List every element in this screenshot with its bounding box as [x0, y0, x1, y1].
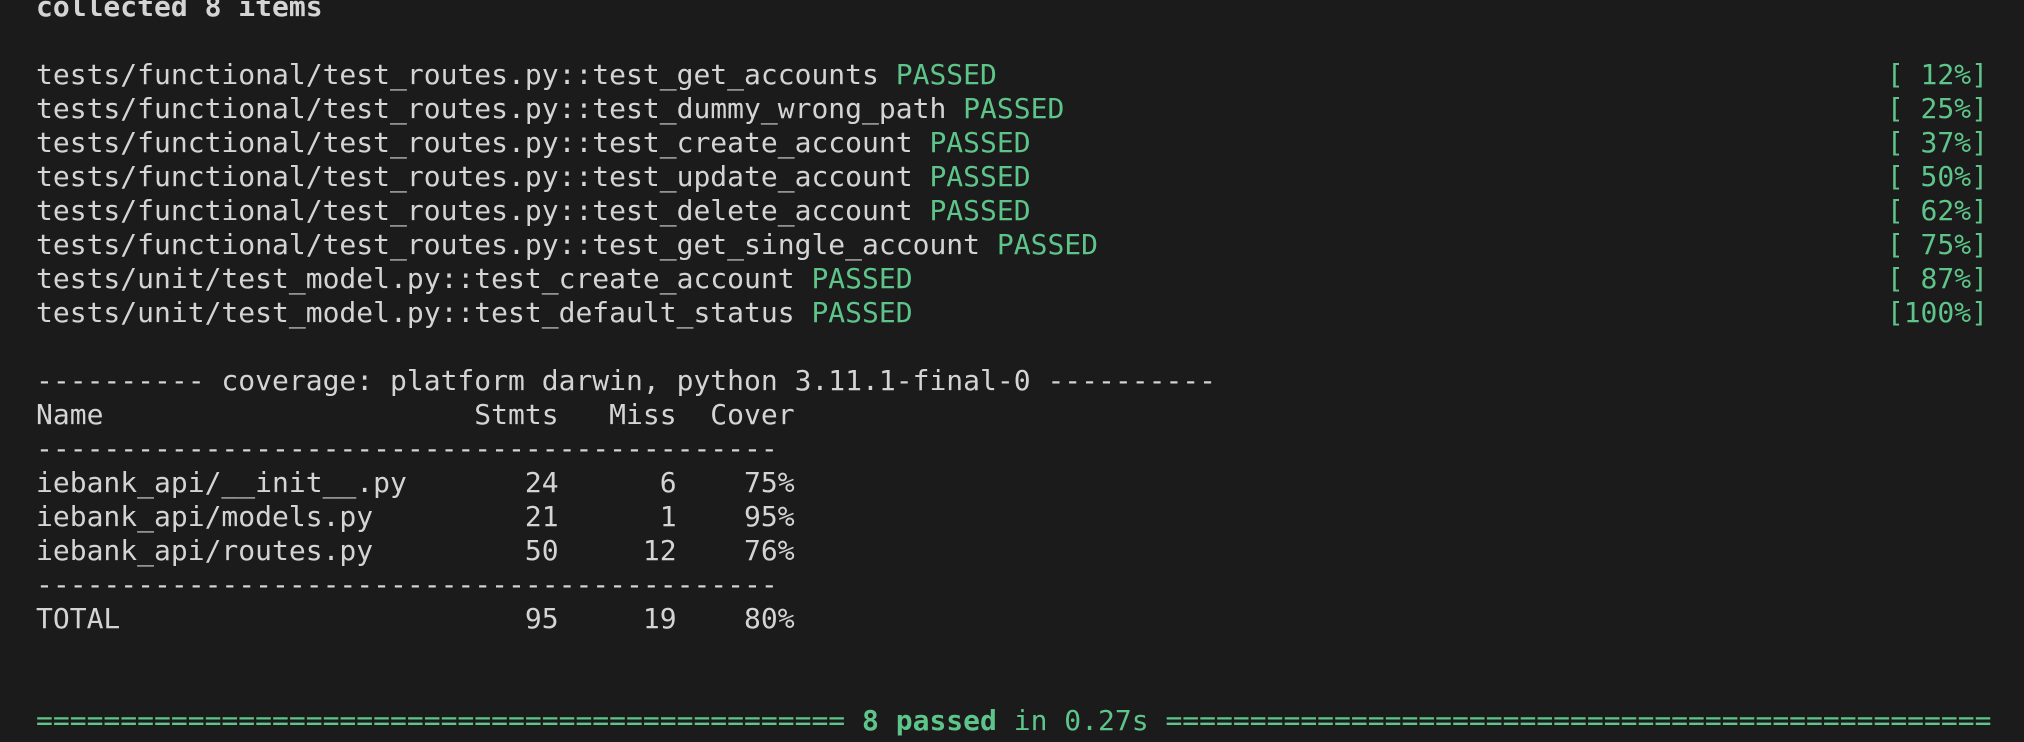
test-name: tests/functional/test_routes.py::test_up… [36, 160, 913, 193]
collected-line: collected 8 items [36, 0, 323, 23]
test-result-row: tests/unit/test_model.py::test_create_ac… [36, 262, 1988, 296]
test-progress: [ 12%] [1886, 58, 1988, 91]
test-id-group: tests/functional/test_routes.py::test_ge… [36, 228, 1098, 262]
test-status: PASSED [895, 58, 997, 91]
test-name: tests/unit/test_model.py::test_create_ac… [36, 262, 795, 295]
summary-rule-left: ========================================… [36, 704, 846, 737]
coverage-title: ---------- coverage: platform darwin, py… [36, 364, 1217, 397]
test-status: PASSED [811, 296, 913, 329]
test-progress: [ 75%] [1886, 228, 1988, 261]
coverage-row: iebank_api/__init__.py 24 6 75% [36, 466, 795, 499]
test-id-group: tests/functional/test_routes.py::test_ge… [36, 58, 997, 92]
test-id-group: tests/functional/test_routes.py::test_du… [36, 92, 1064, 126]
test-name: tests/functional/test_routes.py::test_ge… [36, 58, 879, 91]
test-result-row: tests/functional/test_routes.py::test_du… [36, 92, 1988, 126]
test-status: PASSED [811, 262, 913, 295]
terminal-output: collected 8 items tests/functional/test_… [36, 0, 1992, 738]
test-status: PASSED [929, 160, 1031, 193]
test-id-group: tests/unit/test_model.py::test_default_s… [36, 296, 913, 330]
test-result-row: tests/functional/test_routes.py::test_ge… [36, 58, 1988, 92]
summary-time: in 0.27s [1013, 704, 1149, 737]
test-name: tests/functional/test_routes.py::test_du… [36, 92, 947, 125]
test-name: tests/functional/test_routes.py::test_de… [36, 194, 913, 227]
summary-line: ========================================… [36, 704, 1992, 738]
test-progress: [ 62%] [1886, 194, 1988, 227]
test-name: tests/functional/test_routes.py::test_ge… [36, 228, 981, 261]
test-id-group: tests/functional/test_routes.py::test_de… [36, 194, 1031, 228]
test-status: PASSED [929, 126, 1031, 159]
test-id-group: tests/functional/test_routes.py::test_up… [36, 160, 1031, 194]
test-id-group: tests/unit/test_model.py::test_create_ac… [36, 262, 913, 296]
test-progress: [ 25%] [1886, 92, 1988, 125]
test-progress: [ 87%] [1886, 262, 1988, 295]
test-results: tests/functional/test_routes.py::test_ge… [36, 58, 1988, 330]
test-name: tests/functional/test_routes.py::test_cr… [36, 126, 913, 159]
test-progress: [100%] [1886, 296, 1988, 329]
coverage-total: TOTAL 95 19 80% [36, 602, 795, 635]
test-status: PASSED [963, 92, 1065, 125]
coverage-separator: ----------------------------------------… [36, 568, 778, 601]
test-status: PASSED [996, 228, 1099, 261]
coverage-header: Name Stmts Miss Cover [36, 398, 795, 431]
test-progress: [ 50%] [1886, 160, 1988, 193]
test-status: PASSED [929, 194, 1031, 227]
coverage-separator: ----------------------------------------… [36, 432, 778, 465]
test-id-group: tests/functional/test_routes.py::test_cr… [36, 126, 1031, 160]
coverage-row: iebank_api/models.py 21 1 95% [36, 500, 795, 533]
test-result-row: tests/functional/test_routes.py::test_de… [36, 194, 1988, 228]
test-progress: [ 37%] [1886, 126, 1988, 159]
test-name: tests/unit/test_model.py::test_default_s… [36, 296, 795, 329]
test-result-row: tests/functional/test_routes.py::test_cr… [36, 126, 1988, 160]
test-result-row: tests/functional/test_routes.py::test_ge… [36, 228, 1988, 262]
summary-rule-right: ========================================… [1165, 704, 1992, 737]
test-result-row: tests/unit/test_model.py::test_default_s… [36, 296, 1988, 330]
summary-passed: 8 passed [862, 704, 997, 737]
coverage-row: iebank_api/routes.py 50 12 76% [36, 534, 795, 567]
test-result-row: tests/functional/test_routes.py::test_up… [36, 160, 1988, 194]
